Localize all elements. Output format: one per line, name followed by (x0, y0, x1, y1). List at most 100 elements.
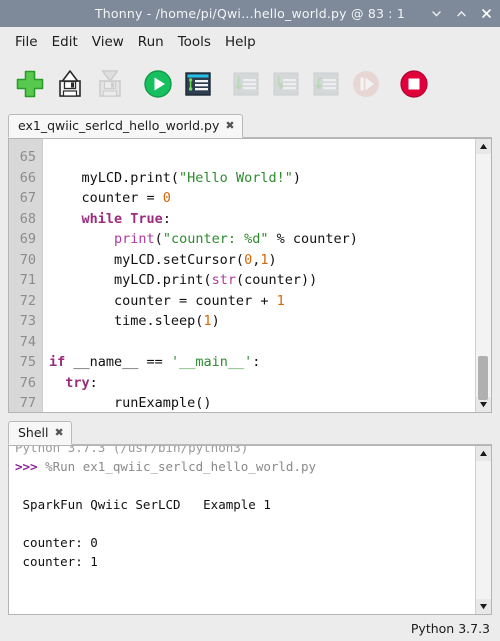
run-button[interactable] (140, 64, 176, 104)
window-controls (429, 0, 494, 27)
code-token: ) (292, 169, 301, 186)
editor-vertical-scrollbar[interactable] (475, 139, 491, 412)
code-line: counter = 0 (49, 188, 475, 209)
interpreter-label[interactable]: Python 3.7.3 (411, 621, 490, 636)
code-token: myLCD.print( (49, 272, 212, 288)
step-over-icon (233, 72, 259, 96)
line-number: 70 (19, 251, 36, 268)
step-over-button (228, 64, 264, 104)
editor-scroll-up-arrow[interactable] (476, 139, 491, 154)
thonny-window: Thonny - /home/pi/Qwi…hello_world.py @ 8… (0, 0, 500, 641)
code-token: ) (268, 251, 277, 268)
maximize-button[interactable] (454, 6, 469, 21)
shell-line: counter: 1 (15, 552, 475, 571)
shell-scroll-down-arrow[interactable] (476, 599, 491, 614)
editor-tab-active[interactable]: ex1_qwiic_serlcd_hello_world.py ✖ (8, 114, 243, 138)
debug-button[interactable] (180, 64, 216, 104)
code-token: (counter)) (235, 272, 318, 288)
line-number: 65 (19, 149, 36, 165)
editor-tab-close-icon[interactable]: ✖ (225, 120, 234, 131)
code-token: ( (154, 231, 163, 247)
shell-segment: Python 3.7.3 (/usr/bin/python3) (15, 445, 249, 455)
code-token: "Hello World!" (179, 169, 293, 186)
shell-line: SparkFun Qwiic SerLCD Example 1 (15, 495, 475, 514)
code-line: myLCD.print(str(counter)) (49, 270, 475, 291)
plus-icon (16, 70, 44, 98)
code-token: : (89, 374, 98, 391)
menu-item-file[interactable]: File (8, 32, 45, 52)
shell-scroll-up-arrow[interactable] (476, 446, 491, 461)
step-out-button (308, 64, 344, 104)
shell-line: Python 3.7.3 (/usr/bin/python3) (15, 445, 475, 457)
chevron-down-icon (432, 11, 441, 17)
code-token: % counter) (268, 231, 358, 247)
shell-segment: counter: 1 (15, 554, 98, 569)
code-token: 0 (162, 190, 171, 206)
code-line: while True: (49, 209, 475, 230)
menu-item-tools[interactable]: Tools (171, 32, 218, 52)
editor-notebook: ex1_qwiic_serlcd_hello_world.py ✖ 65 66 67… (8, 112, 492, 413)
code-token: if (49, 354, 66, 370)
editor-scroll-thumb[interactable] (478, 356, 488, 400)
load-file-button[interactable] (52, 64, 88, 104)
editor-tab-label: ex1_qwiic_serlcd_hello_world.py (18, 118, 220, 133)
shell-tab-close-icon[interactable]: ✖ (55, 427, 64, 438)
editor-scroll-track[interactable] (476, 154, 491, 400)
code-token: 1 (276, 292, 285, 309)
code-token: str (211, 272, 236, 288)
code-line: counter = counter + 1 (49, 291, 475, 312)
close-button[interactable] (479, 6, 494, 21)
status-bar: Python 3.7.3 (0, 615, 500, 641)
code-token: time.sleep( (49, 313, 204, 329)
menu-item-run[interactable]: Run (131, 32, 171, 52)
shell-vertical-scrollbar[interactable] (475, 446, 491, 614)
shell-panel: Shell ✖ Python 3.7.3 (/usr/bin/python3) >… (8, 419, 492, 615)
menu-item-edit[interactable]: Edit (45, 32, 85, 52)
code-token: myLCD.print( (49, 169, 180, 186)
code-token: ) (211, 313, 220, 329)
triangle-down-icon (480, 402, 487, 408)
new-file-button[interactable] (12, 64, 48, 104)
code-text-area[interactable]: myLCD.print("Hello World!") counter = 0 … (43, 139, 475, 412)
resume-button (348, 64, 384, 104)
code-token: myLCD.setCursor( (49, 251, 245, 268)
line-number: 68 (19, 210, 36, 227)
triangle-down-icon (480, 604, 487, 610)
code-line: print("counter: %d" % counter) (49, 229, 475, 250)
code-token: '__main__' (170, 354, 253, 370)
shell-scroll-track[interactable] (476, 461, 491, 599)
code-token: "counter: %d" (162, 231, 269, 247)
minimize-button[interactable] (429, 6, 444, 21)
code-token: runExample() (49, 395, 212, 411)
shell-line: counter: 0 (15, 533, 475, 552)
menu-bar: File Edit View Run Tools Help (0, 27, 500, 56)
line-number: 75 (19, 354, 36, 370)
code-token: __name__ == (65, 354, 171, 370)
code-token: : (162, 210, 171, 227)
shell-segment: SparkFun Qwiic SerLCD Example 1 (15, 497, 271, 512)
code-token: 1 (203, 313, 212, 329)
step-out-icon (313, 72, 339, 96)
menu-item-help[interactable]: Help (218, 32, 263, 52)
step-into-icon (273, 72, 299, 96)
title-bar: Thonny - /home/pi/Qwi…hello_world.py @ 8… (0, 0, 500, 27)
resume-icon (353, 71, 379, 97)
shell-output[interactable]: Python 3.7.3 (/usr/bin/python3) >>> %Run … (9, 445, 475, 614)
triangle-up-icon (480, 450, 487, 456)
shell-tab-label: Shell (18, 425, 49, 440)
code-line: myLCD.setCursor(0,1) (49, 250, 475, 271)
line-number-gutter: 65 66 67 68 69 70 71 72 73 74 75 76 77 (9, 139, 43, 412)
menu-item-view[interactable]: View (85, 32, 131, 52)
line-number: 69 (19, 231, 36, 247)
shell-tab-active[interactable]: Shell ✖ (8, 421, 72, 445)
shell-segment: %Run ex1_qwiic_serlcd_hello_world.py (45, 459, 317, 474)
line-number: 76 (19, 374, 36, 391)
stop-button[interactable] (396, 64, 432, 104)
line-number: 71 (19, 272, 36, 288)
close-icon (482, 9, 491, 18)
